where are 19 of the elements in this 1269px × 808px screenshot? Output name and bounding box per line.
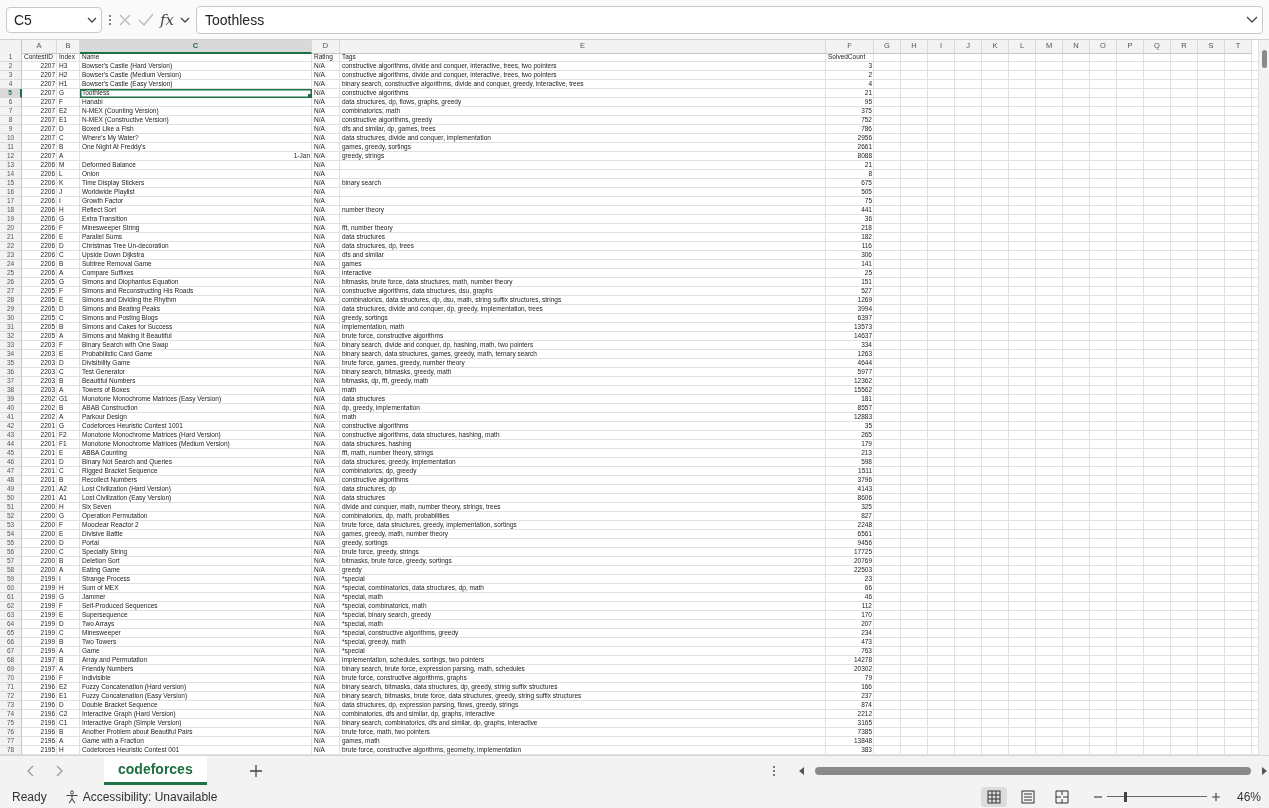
vertical-scrollbar[interactable] <box>1258 40 1269 755</box>
more-icon[interactable] <box>108 13 112 26</box>
dropdown-caret-icon[interactable] <box>87 16 97 23</box>
name-box[interactable]: C5 <box>6 6 102 33</box>
insert-function-button[interactable]: fx <box>160 10 174 29</box>
scroll-right-icon[interactable] <box>1260 766 1267 775</box>
sheet-tab[interactable]: codeforces <box>104 756 207 785</box>
check-icon[interactable] <box>138 12 154 27</box>
expand-icon[interactable] <box>1246 15 1258 24</box>
zoom-slider[interactable] <box>1107 790 1207 803</box>
zoom-level[interactable]: 46% <box>1231 789 1261 804</box>
accessibility-icon[interactable] <box>64 789 79 804</box>
formula-field[interactable]: Toothless <box>196 5 1263 34</box>
zoom-in-icon[interactable] <box>1211 791 1221 802</box>
normal-view-icon[interactable] <box>981 786 1007 807</box>
scroll-left-icon[interactable] <box>798 766 805 775</box>
status-text: Ready <box>12 789 47 804</box>
dropdown-caret-icon[interactable] <box>180 16 190 23</box>
accessibility-status[interactable]: Accessibility: Unavailable <box>82 789 218 804</box>
